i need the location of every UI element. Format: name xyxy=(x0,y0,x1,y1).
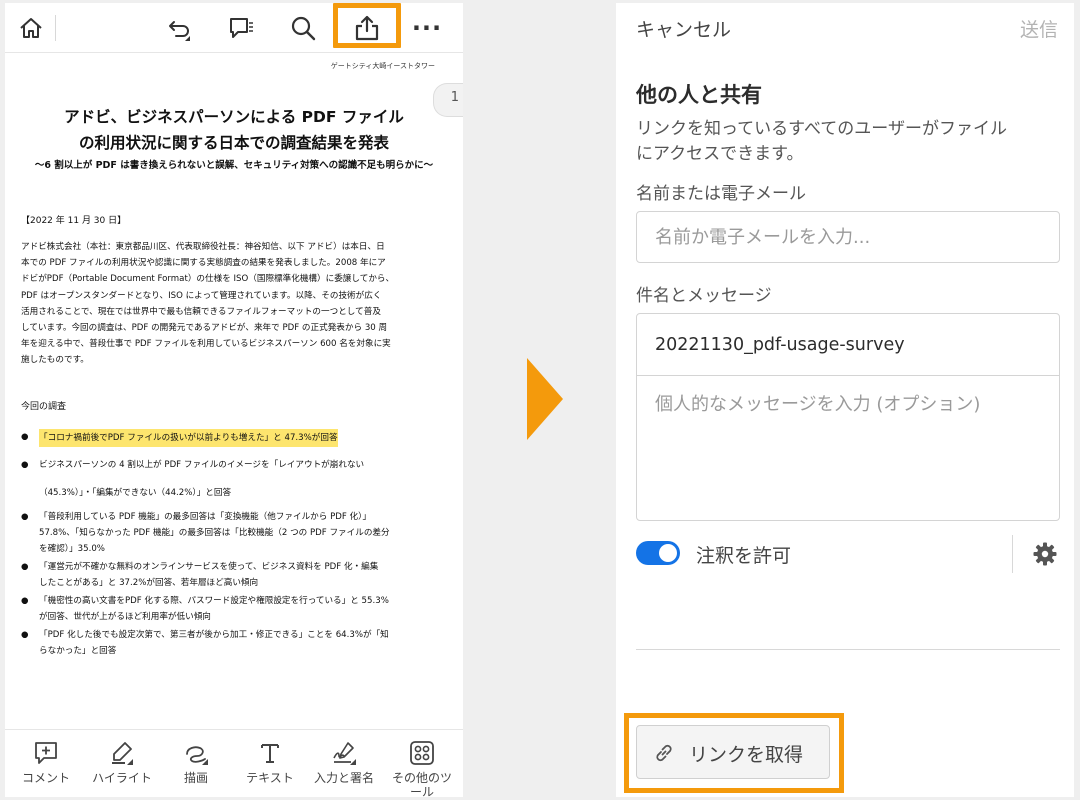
tool-label: コメント xyxy=(21,771,70,785)
fill-sign-tool-button[interactable]: 入力と署名 xyxy=(307,738,381,785)
body-line: ドビがPDF（Portable Document Format）の仕様を ISO… xyxy=(21,274,395,285)
bullet-text: ビジネスパーソンの 4 割以上が PDF ファイルのイメージを「レイアウトが崩れ… xyxy=(39,460,365,470)
left-phone-screen: ··· ゲートシティ大崎イーストタワー 1 アドビ、ビジネスパーソンによる PD… xyxy=(5,3,463,799)
comment-tool-button[interactable]: コメント xyxy=(9,738,83,785)
home-icon[interactable] xyxy=(11,11,51,45)
bottom-toolbar: コメント ハイライト 描画 テキスト 入力と署名 その他のツ ール xyxy=(5,729,463,799)
tool-label: 入力と署名 xyxy=(313,771,374,785)
body-line: アドビ株式会社（本社：東京都品川区、代表取締役社長：神谷知信、以下 アドビ）は本… xyxy=(21,242,385,252)
allow-comments-label: 注釈を許可 xyxy=(696,545,792,567)
tool-label: 描画 xyxy=(183,771,208,785)
subject-message-box xyxy=(636,313,1060,521)
draw-icon xyxy=(159,738,233,768)
bullet-text: らなかった」と回答 xyxy=(39,646,117,656)
body-line: しています。今回の調査は、PDF の開発元であるアドビが、来年で PDF の正式… xyxy=(21,323,388,334)
gear-icon[interactable] xyxy=(1032,541,1058,567)
bullet-text: （45.3%）」・「編集ができない（44.2%）」と回答 xyxy=(39,488,232,498)
share-description-line1: リンクを知っているすべてのユーザーがファイル xyxy=(636,119,1007,139)
more-tools-icon xyxy=(383,738,461,768)
send-button[interactable]: 送信 xyxy=(1020,15,1058,42)
text-icon xyxy=(233,738,307,768)
subject-message-label: 件名とメッセージ xyxy=(636,286,772,306)
document-body: アドビ株式会社（本社：東京都品川区、代表取締役社長：神谷知信、以下 アドビ）は本… xyxy=(21,239,445,369)
share-title: 他の人と共有 xyxy=(636,83,762,107)
get-link-button[interactable]: リンクを取得 xyxy=(636,725,830,779)
bullet-text: 「普段利用している PDF 機能」の最多回答は「変換機能（他ファイルから PDF… xyxy=(39,512,372,522)
top-toolbar: ··· xyxy=(5,3,463,53)
search-icon[interactable] xyxy=(283,11,323,45)
more-tools-button[interactable]: その他のツ ール xyxy=(383,738,461,799)
link-icon xyxy=(656,744,672,762)
bullet-text: が回答、世代が上がるほど利用率が低い傾向 xyxy=(39,612,211,622)
tool-label-line2: ール xyxy=(409,785,434,799)
draw-tool-button[interactable]: 描画 xyxy=(159,738,233,785)
highlight-tool-button[interactable]: ハイライト xyxy=(85,738,159,785)
get-link-label: リンクを取得 xyxy=(689,744,804,766)
name-email-input[interactable] xyxy=(636,211,1060,263)
body-line: 施したものです。 xyxy=(21,355,89,366)
survey-heading: 今回の調査 xyxy=(21,402,67,412)
tool-label: ハイライト xyxy=(92,771,152,785)
bullet-dot: ● xyxy=(21,460,29,470)
bullet-text: 「機密性の高い文書をPDF 化する際、パスワード設定や権限設定を行っている」と … xyxy=(39,596,389,606)
tool-label: その他のツ xyxy=(391,771,452,785)
comments-icon[interactable] xyxy=(221,11,261,45)
bullet-text: 「運営元が不確かな無料のオンラインサービスを使って、ビジネス資料を PDF 化・… xyxy=(39,562,379,572)
bullet-dot: ● xyxy=(21,512,29,522)
bullet-dot: ● xyxy=(21,562,29,572)
undo-icon[interactable] xyxy=(159,11,199,45)
document-header: ゲートシティ大崎イーストタワー xyxy=(330,62,435,70)
next-step-arrow-icon xyxy=(527,358,563,440)
bullet-dot: ● xyxy=(21,596,29,606)
bullet-text: 57.8%、「知らなかった PDF 機能」の最多回答は「比較機能（2 つの PD… xyxy=(39,528,390,538)
bullet-text: したことがある」と 37.2%が回答、若年層ほど高い傾向 xyxy=(39,578,259,588)
toolbar-separator xyxy=(55,15,56,41)
cancel-button[interactable]: キャンセル xyxy=(636,15,731,42)
bullet-dot: ● xyxy=(21,630,29,640)
subject-input[interactable] xyxy=(637,314,1059,376)
message-input[interactable] xyxy=(637,376,1059,520)
share-description: リンクを知っているすべてのユーザーがファイル にアクセスできます。 xyxy=(636,117,1056,167)
document-subtitle: ～6 割以上が PDF は書き換えられないと誤解、セキュリティ対策への認識不足も… xyxy=(34,160,434,171)
highlighter-icon xyxy=(85,738,159,768)
allow-comments-toggle[interactable] xyxy=(636,541,680,565)
divider xyxy=(636,649,1060,650)
body-line: 活用されることで、現在では世界中で最も信頼できるファイルフォーマットの一つとして… xyxy=(21,306,381,317)
bullet-text: を確認）」35.0% xyxy=(39,544,105,554)
page-number: 1 xyxy=(450,90,459,105)
more-icon[interactable]: ··· xyxy=(407,11,447,45)
body-line: 年を迎える中で、普段仕事で PDF ファイルを利用しているビジネスパーソン 60… xyxy=(21,339,391,350)
highlighted-text[interactable]: 「コロナ禍前後でPDF ファイルの扱いが以前よりも増えた」と 47.3%が回答 xyxy=(39,429,338,447)
right-phone-screen: キャンセル 送信 他の人と共有 リンクを知っているすべてのユーザーがファイル に… xyxy=(616,3,1074,797)
name-email-label: 名前または電子メール xyxy=(636,184,806,204)
toggle-knob xyxy=(659,544,677,562)
document-date: 【2022 年 11 月 30 日】 xyxy=(21,216,127,226)
bullet-dot: ● xyxy=(21,432,29,442)
share-button-highlight xyxy=(333,3,401,48)
document-title-line2: の利用状況に関する日本での調査結果を発表 xyxy=(78,134,389,152)
pdf-document-view[interactable]: ゲートシティ大崎イーストタワー 1 アドビ、ビジネスパーソンによる PDF ファ… xyxy=(5,53,463,729)
bullet-text: 「PDF 化した後でも設定次第で、第三者が後から加工・修正できる」ことを 64.… xyxy=(39,630,389,640)
body-line: PDF はオープンスタンダードとなり、ISO によって管理されています。以降、そ… xyxy=(21,290,382,301)
settings-separator xyxy=(1012,535,1013,573)
document-title-line1: アドビ、ビジネスパーソンによる PDF ファイル xyxy=(64,108,404,126)
body-line: 本での PDF ファイルの利用状況や認識に関する実態調査の結果を発表しました。2… xyxy=(21,258,386,269)
tool-label: テキスト xyxy=(246,771,294,785)
comment-add-icon xyxy=(9,738,83,768)
text-tool-button[interactable]: テキスト xyxy=(233,738,307,785)
share-description-line2: にアクセスできます。 xyxy=(636,144,804,164)
fill-sign-icon xyxy=(307,738,381,768)
